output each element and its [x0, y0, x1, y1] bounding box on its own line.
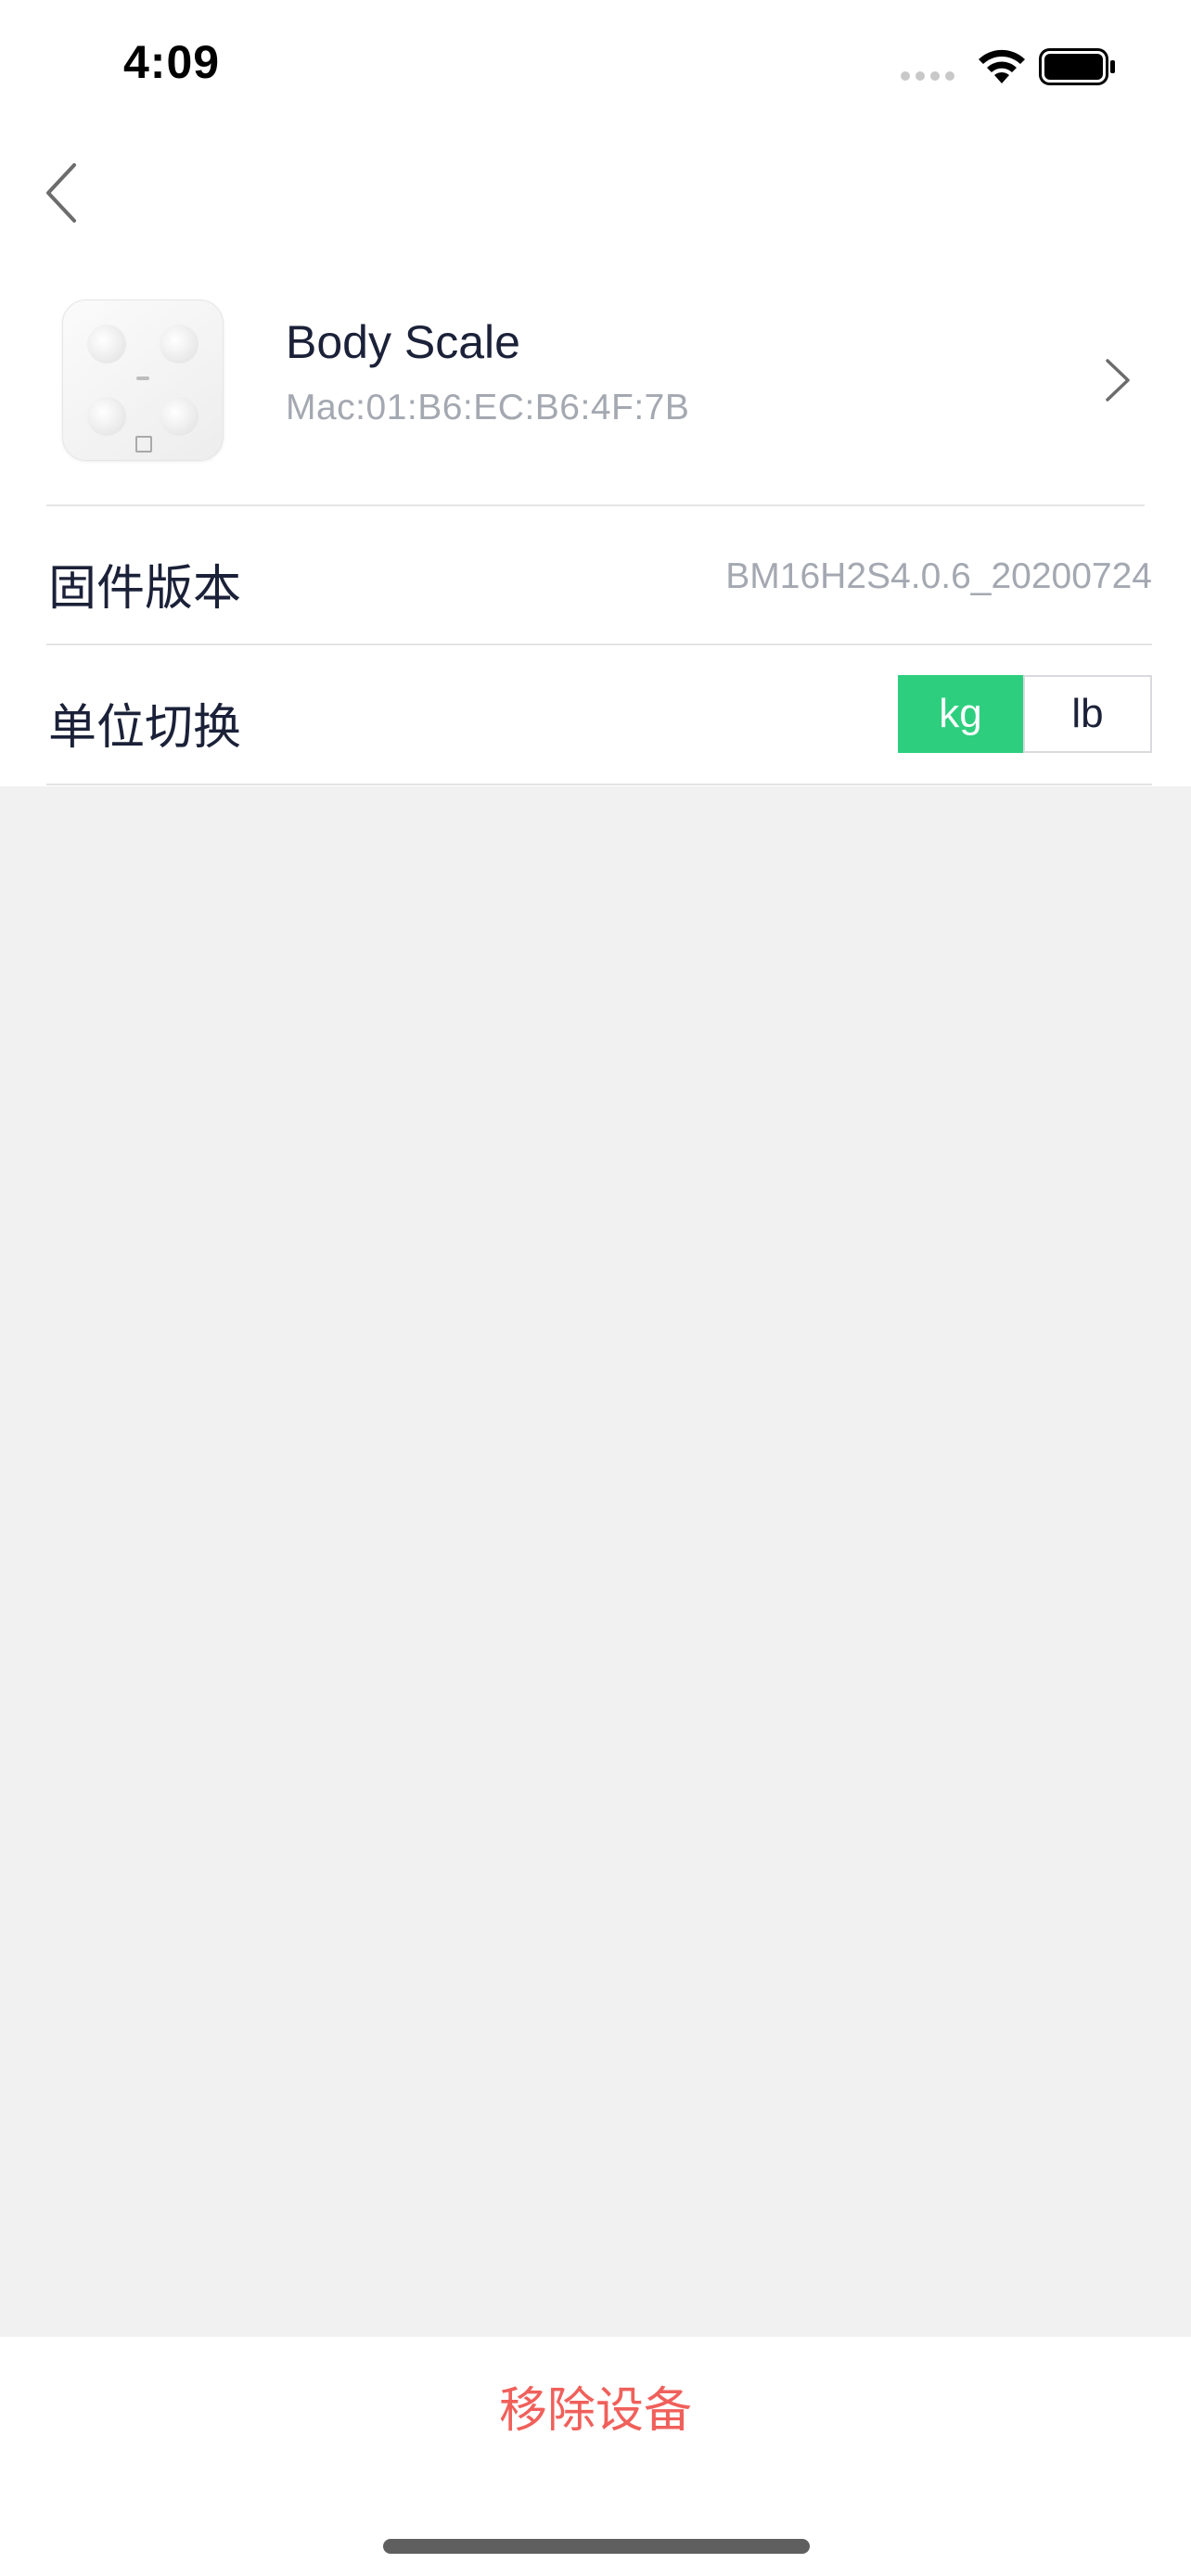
body-scale-image	[62, 300, 224, 461]
device-name: Body Scale	[286, 316, 520, 368]
unit-option-kg[interactable]: kg	[898, 675, 1023, 753]
device-mac-address: Mac:01:B6:EC:B6:4F:7B	[286, 388, 690, 427]
status-time: 4:09	[123, 36, 221, 88]
remove-device-button[interactable]: 移除设备	[0, 2369, 1191, 2453]
chevron-right-icon[interactable]	[1104, 357, 1132, 403]
battery-icon	[1039, 48, 1115, 85]
home-indicator	[383, 2539, 810, 2554]
content-area	[0, 786, 1191, 2337]
unit-switch-label: 单位切换	[48, 701, 242, 755]
signal-dots-icon	[901, 71, 954, 81]
unit-toggle[interactable]: kg lb	[898, 675, 1152, 753]
unit-option-lb[interactable]: lb	[1023, 677, 1150, 751]
back-button[interactable]	[37, 156, 93, 230]
wifi-icon	[979, 49, 1025, 83]
divider	[46, 644, 1152, 645]
divider	[46, 784, 1152, 785]
firmware-version-value: BM16H2S4.0.6_20200724	[725, 556, 1152, 596]
firmware-version-label: 固件版本	[48, 562, 242, 616]
divider	[46, 504, 1145, 506]
